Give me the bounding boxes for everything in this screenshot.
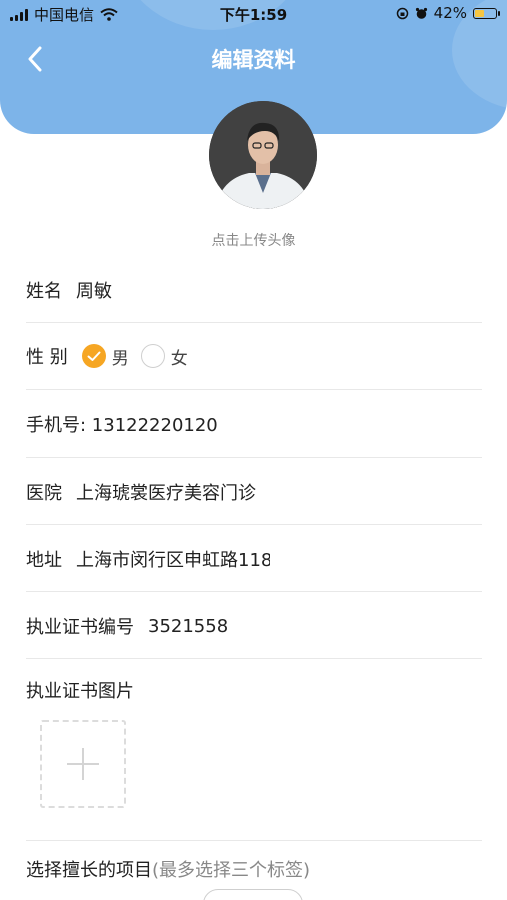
gender-male-label[interactable]: 男 bbox=[112, 344, 129, 369]
phone-field[interactable]: 手机号: 13122220120 bbox=[26, 411, 218, 437]
address-field[interactable]: 上海市闵行区申虹路118 bbox=[76, 546, 270, 572]
orientation-lock-icon bbox=[396, 7, 408, 19]
battery-icon bbox=[473, 7, 500, 19]
page-title: 编辑资料 bbox=[211, 48, 296, 72]
divider bbox=[26, 840, 482, 841]
license-number-label: 执业证书编号 bbox=[26, 617, 134, 638]
specialty-hint: (最多选择三个标签) bbox=[152, 860, 311, 881]
check-icon bbox=[87, 351, 101, 361]
name-row: 姓名 周敏 bbox=[26, 276, 482, 304]
divider bbox=[26, 457, 482, 458]
avatar-upload[interactable] bbox=[209, 101, 317, 209]
gender-female-label[interactable]: 女 bbox=[171, 344, 188, 369]
license-number-row: 执业证书编号 3521558 bbox=[26, 612, 482, 640]
license-image-upload-button[interactable] bbox=[40, 720, 126, 808]
gender-row: 性 别 男 女 bbox=[26, 342, 482, 370]
specialty-tag[interactable] bbox=[203, 889, 303, 900]
hospital-field[interactable]: 上海琥裳医疗美容门诊 bbox=[76, 479, 256, 505]
license-image-label: 执业证书图片 bbox=[26, 681, 134, 702]
gender-male-radio[interactable] bbox=[81, 344, 106, 368]
avatar-photo bbox=[209, 101, 317, 209]
divider bbox=[26, 389, 482, 390]
divider bbox=[26, 524, 482, 525]
license-image-row: 执业证书图片 bbox=[26, 676, 482, 704]
hospital-label: 医院 bbox=[26, 483, 62, 504]
name-field[interactable]: 周敏 bbox=[76, 277, 112, 303]
plus-icon bbox=[67, 748, 99, 780]
battery-level bbox=[475, 9, 485, 17]
divider bbox=[26, 658, 482, 659]
divider bbox=[26, 322, 482, 323]
gender-female-radio[interactable] bbox=[140, 344, 165, 368]
edit-profile-screen: 中国电信 下午1:59 42% 编辑资料 点击上传头像 姓名 周敏 性 别 男 … bbox=[0, 0, 507, 900]
battery-percent: 42% bbox=[433, 4, 467, 22]
phone-row: 手机号: 13122220120 bbox=[26, 410, 482, 438]
status-bar: 中国电信 下午1:59 42% bbox=[0, 0, 507, 28]
specialty-row: 选择擅长的项目 (最多选择三个标签) bbox=[26, 855, 482, 883]
alarm-icon bbox=[415, 7, 427, 19]
hospital-row: 医院 上海琥裳医疗美容门诊 bbox=[26, 478, 482, 506]
upload-avatar-hint[interactable]: 点击上传头像 bbox=[0, 230, 507, 250]
divider bbox=[26, 591, 482, 592]
name-label: 姓名 bbox=[26, 281, 62, 302]
specialty-label: 选择擅长的项目 bbox=[26, 860, 152, 881]
status-right: 42% bbox=[396, 4, 500, 22]
address-row: 地址 上海市闵行区申虹路118 bbox=[26, 545, 482, 573]
license-number-field[interactable]: 3521558 bbox=[148, 616, 228, 637]
gender-label: 性 别 bbox=[26, 347, 68, 368]
address-label: 地址 bbox=[26, 550, 62, 571]
